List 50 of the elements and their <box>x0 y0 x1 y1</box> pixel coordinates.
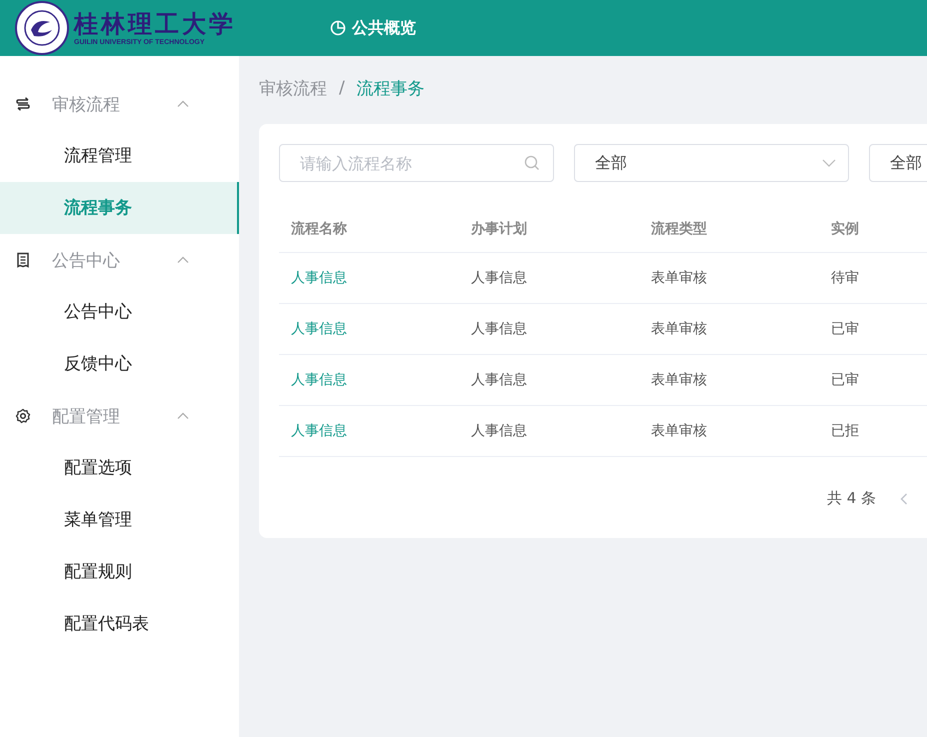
chevron-icon <box>177 100 189 108</box>
menu-group[interactable]: 公告中心 <box>0 234 239 286</box>
menu-item[interactable]: 配置代码表 <box>0 598 239 650</box>
table-cell-text: 人事信息 <box>470 422 528 440</box>
menu-group[interactable]: 配置管理 <box>0 390 239 442</box>
logo-title: 桂林理工大学 <box>74 10 236 38</box>
chevron-down-icon <box>822 159 836 167</box>
previous-page-icon[interactable] <box>900 492 908 504</box>
table-cell-text: 表单审核 <box>650 269 708 287</box>
table-cell-text: 人事信息 <box>470 320 528 338</box>
column-header: 流程名称 <box>290 220 348 238</box>
table-cell-text: 人事信息 <box>470 269 528 287</box>
breadcrumb-separator: / <box>339 78 345 98</box>
column-header: 实例 <box>830 220 860 238</box>
chevron-icon <box>177 412 189 420</box>
menu-item[interactable]: 流程事务 <box>0 182 239 234</box>
table-cell-text: 人事信息 <box>470 371 528 389</box>
name-link[interactable]: 人事信息 <box>279 269 459 287</box>
table-cell-text: 表单审核 <box>650 320 708 338</box>
breadcrumb-item[interactable]: 流程事务 <box>356 76 425 100</box>
select-field[interactable]: 全部 <box>869 144 927 182</box>
menu-group[interactable]: 审核流程 <box>0 78 239 130</box>
menu-item[interactable]: 配置规则 <box>0 546 239 598</box>
total-count: 共 4 条 <box>827 489 876 508</box>
menu-item[interactable]: 流程管理 <box>0 130 239 182</box>
pie-chart-icon <box>330 20 346 36</box>
menu-item[interactable]: 配置选项 <box>0 442 239 494</box>
settings-icon <box>15 408 31 424</box>
chevron-icon <box>177 256 189 264</box>
table-cell-text: 表单审核 <box>650 371 708 389</box>
menu-item[interactable]: 公告中心 <box>0 286 239 338</box>
name-link[interactable]: 人事信息 <box>279 371 459 389</box>
name-link[interactable]: 人事信息 <box>279 422 459 440</box>
name-link[interactable]: 人事信息 <box>279 320 459 338</box>
table-cell-text: 待审 <box>830 269 860 287</box>
column-header: 办事计划 <box>470 220 528 238</box>
breadcrumb-item[interactable]: 审核流程 <box>259 76 327 100</box>
table-cell-text: 已拒 <box>830 422 860 440</box>
select-field[interactable]: 全部 <box>574 144 849 182</box>
menu-item[interactable]: 反馈中心 <box>0 338 239 390</box>
swap-icon <box>15 96 31 112</box>
nav-item[interactable]: 公共概览 <box>330 18 416 38</box>
table-cell-text: 已审 <box>830 371 860 389</box>
column-header: 流程类型 <box>650 220 708 238</box>
document-icon <box>15 252 31 268</box>
search-field[interactable]: 请输入流程名称 <box>279 144 554 182</box>
table-cell-text: 表单审核 <box>650 422 708 440</box>
search-icon <box>524 155 540 171</box>
table-cell-text: 已审 <box>830 320 860 338</box>
menu-item[interactable]: 菜单管理 <box>0 494 239 546</box>
